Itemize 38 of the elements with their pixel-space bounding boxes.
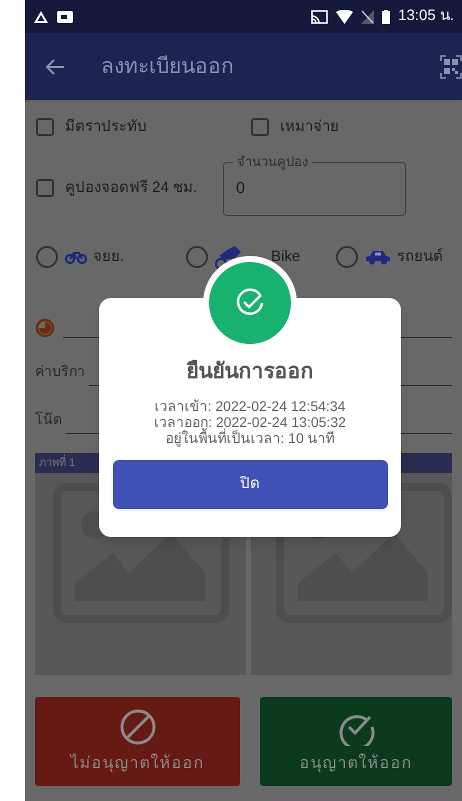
motorbike-icon <box>215 244 243 270</box>
back-icon[interactable] <box>45 58 65 76</box>
allow-exit-button[interactable]: อนุญาตให้ออก <box>260 697 452 786</box>
screen-title: ลงทะเบียนออก <box>101 54 234 80</box>
drive-icon <box>33 10 49 24</box>
car-icon <box>365 249 391 265</box>
radio-label[interactable]: จยย. <box>93 246 124 268</box>
dialog-text: เวลาออก: 2022-02-24 13:05:32 <box>154 414 346 430</box>
status-time: 13:05 น. <box>398 6 454 26</box>
battery-icon <box>382 10 390 24</box>
dialog-title: ยืนยันการออก <box>186 358 314 385</box>
video-icon <box>57 10 73 24</box>
no-signal-icon <box>361 10 374 24</box>
field-value: 0 <box>236 179 245 199</box>
radio-button[interactable] <box>335 245 359 269</box>
radio-button[interactable] <box>35 245 59 269</box>
clock-icon[interactable] <box>35 318 55 338</box>
deny-exit-button[interactable]: ไม่อนุญาตให้ออก <box>35 697 240 786</box>
checkbox[interactable] <box>35 178 55 198</box>
qr-code-icon[interactable] <box>440 54 462 78</box>
checkbox-label[interactable]: มีตราประทับ <box>65 116 147 138</box>
checkbox-label[interactable]: คูปองจอดฟรี 24 ชม. <box>65 176 198 200</box>
dialog-text: เวลาเข้า: 2022-02-24 12:54:34 <box>154 398 346 414</box>
checkbox[interactable] <box>35 117 55 137</box>
cast-icon <box>311 10 328 24</box>
checkbox-label[interactable]: เหมาจ่าย <box>280 116 339 138</box>
field-label: ค่าบริกา <box>35 362 85 381</box>
field-label: โน๊ต <box>35 410 62 429</box>
wifi-icon <box>336 10 354 24</box>
checkbox[interactable] <box>250 117 270 137</box>
close-button[interactable]: ปิด <box>112 460 388 508</box>
prohibited-icon <box>118 708 156 746</box>
radio-label[interactable]: Bike <box>271 246 300 268</box>
photo-label: ภาพที่ 1 <box>39 454 76 471</box>
bicycle-icon <box>65 250 87 264</box>
dialog-text: อยู่ในพื้นที่เป็นเวลา: 10 นาที <box>165 430 335 446</box>
radio-button[interactable] <box>185 245 209 269</box>
radio-label[interactable]: รถยนต์ <box>397 246 443 268</box>
